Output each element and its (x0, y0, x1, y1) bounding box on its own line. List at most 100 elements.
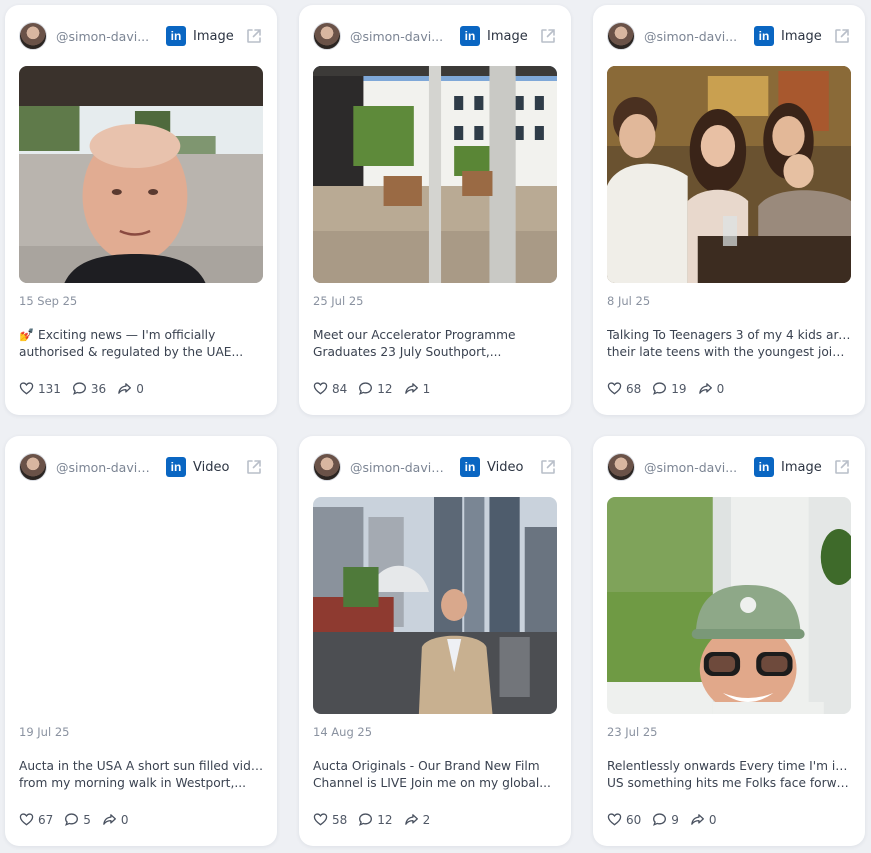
post-video-placeholder[interactable] (19, 497, 263, 714)
profile-handle[interactable]: @simon-davi... (644, 29, 744, 44)
shares-count: 0 (716, 381, 725, 396)
comments-stat: 19 (652, 381, 687, 396)
likes-stat: 60 (607, 812, 641, 827)
heart-icon (19, 812, 34, 827)
linkedin-icon: in (166, 457, 186, 477)
comments-count: 12 (377, 812, 393, 827)
profile-handle[interactable]: @simon-davi... (644, 460, 744, 475)
post-date: 14 Aug 25 (313, 725, 373, 739)
post-card[interactable]: @simon-davi... in Image 15 Sep 25 💅 Exci… (5, 5, 277, 415)
caption-line: from my morning walk in Westport,... (19, 776, 246, 790)
external-link-icon[interactable] (833, 27, 851, 45)
external-link-icon[interactable] (245, 27, 263, 45)
comments-stat: 36 (72, 381, 106, 396)
likes-stat: 131 (19, 381, 61, 396)
post-card[interactable]: @simon-davi... in Image 23 Jul 25 Relent… (593, 436, 865, 846)
card-header: @simon-davi... in Image (19, 21, 263, 51)
share-icon (404, 381, 419, 396)
card-header: @simon-davie... in Video (19, 452, 263, 482)
heart-icon (19, 381, 34, 396)
card-header: @simon-davi... in Image (313, 21, 557, 51)
comment-icon (652, 812, 667, 827)
linkedin-icon: in (754, 457, 774, 477)
likes-count: 131 (38, 381, 61, 396)
post-image[interactable] (607, 497, 851, 714)
post-card[interactable]: @simon-davie... in Video 14 Aug 25 Aucta… (299, 436, 571, 846)
engagement-stats: 68 19 0 (607, 381, 735, 396)
shares-count: 0 (708, 812, 717, 827)
post-date: 23 Jul 25 (607, 725, 658, 739)
external-link-icon[interactable] (539, 27, 557, 45)
media-type-label: Image (781, 459, 822, 475)
avatar (313, 453, 341, 481)
post-date: 8 Jul 25 (607, 294, 651, 308)
linkedin-icon: in (754, 26, 774, 46)
profile-handle[interactable]: @simon-davi... (56, 29, 156, 44)
engagement-stats: 60 9 0 (607, 812, 728, 827)
post-caption: Meet our Accelerator Programme Graduates… (313, 327, 557, 361)
shares-stat: 0 (117, 381, 144, 396)
avatar (19, 453, 47, 481)
caption-line: Aucta Originals - Our Brand New Film (313, 759, 540, 773)
post-card[interactable]: @simon-davie... in Video 19 Jul 25 Aucta… (5, 436, 277, 846)
caption-line: authorised & regulated by the UAE... (19, 345, 244, 359)
media-type-label: Video (193, 459, 230, 475)
avatar (19, 22, 47, 50)
media-type-label: Image (487, 28, 528, 44)
shares-stat: 0 (102, 812, 129, 827)
external-link-icon[interactable] (833, 458, 851, 476)
card-header: @simon-davi... in Image (607, 21, 851, 51)
external-link-icon[interactable] (245, 458, 263, 476)
shares-stat: 1 (404, 381, 431, 396)
likes-stat: 58 (313, 812, 347, 827)
likes-count: 58 (332, 812, 348, 827)
comment-icon (72, 381, 87, 396)
heart-icon (313, 381, 328, 396)
external-link-icon[interactable] (539, 458, 557, 476)
share-icon (117, 381, 132, 396)
post-caption: 💅 Exciting news — I'm officially authori… (19, 327, 263, 361)
engagement-stats: 84 12 1 (313, 381, 441, 396)
comments-stat: 12 (358, 381, 393, 396)
comments-stat: 9 (652, 812, 679, 827)
comment-icon (652, 381, 667, 396)
profile-handle[interactable]: @simon-davie... (56, 460, 156, 475)
post-video-thumbnail[interactable] (313, 497, 557, 714)
post-image[interactable] (313, 66, 557, 283)
shares-count: 0 (120, 812, 129, 827)
likes-count: 84 (332, 381, 348, 396)
heart-icon (313, 812, 328, 827)
caption-line: US something hits me Folks face forwar..… (607, 776, 851, 790)
comments-stat: 12 (358, 812, 393, 827)
caption-line: Meet our Accelerator Programme (313, 328, 516, 342)
engagement-stats: 58 12 2 (313, 812, 441, 827)
card-header: @simon-davi... in Image (607, 452, 851, 482)
comment-icon (358, 381, 373, 396)
post-card[interactable]: @simon-davi... in Image 8 Jul 25 Talking… (593, 5, 865, 415)
linkedin-icon: in (460, 26, 480, 46)
share-icon (690, 812, 705, 827)
post-card[interactable]: @simon-davi... in Image 25 Jul 25 Meet o… (299, 5, 571, 415)
comment-icon (358, 812, 373, 827)
post-caption: Talking To Teenagers 3 of my 4 kids are … (607, 327, 851, 361)
shares-stat: 0 (698, 381, 725, 396)
profile-handle[interactable]: @simon-davi... (350, 29, 450, 44)
linkedin-icon: in (166, 26, 186, 46)
share-icon (698, 381, 713, 396)
profile-handle[interactable]: @simon-davie... (350, 460, 450, 475)
caption-line: 💅 Exciting news — I'm officially (19, 328, 216, 342)
comments-count: 5 (83, 812, 91, 827)
caption-line: Talking To Teenagers 3 of my 4 kids are … (607, 328, 851, 342)
share-icon (404, 812, 419, 827)
caption-line: their late teens with the youngest joini… (607, 345, 851, 359)
heart-icon (607, 812, 622, 827)
avatar (607, 22, 635, 50)
comments-count: 12 (377, 381, 393, 396)
post-image[interactable] (19, 66, 263, 283)
shares-count: 1 (422, 381, 431, 396)
post-image[interactable] (607, 66, 851, 283)
avatar (313, 22, 341, 50)
card-header: @simon-davie... in Video (313, 452, 557, 482)
media-type-label: Image (193, 28, 234, 44)
avatar (607, 453, 635, 481)
